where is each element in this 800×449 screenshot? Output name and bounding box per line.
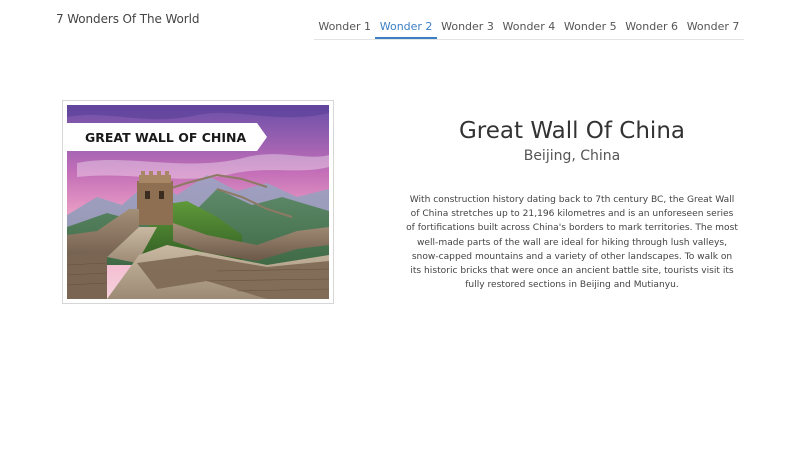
tab-wonder-6[interactable]: Wonder 6 — [621, 15, 682, 39]
tab-wonder-1[interactable]: Wonder 1 — [314, 15, 375, 39]
tab-wonder-4[interactable]: Wonder 4 — [498, 15, 559, 39]
image-banner-text: GREAT WALL OF CHINA — [85, 130, 246, 145]
wonder-location: Beijing, China — [523, 148, 621, 164]
great-wall-photo: GREAT WALL OF CHINA — [67, 105, 329, 299]
tab-wonder-3[interactable]: Wonder 3 — [437, 15, 498, 39]
tab-wonder-2[interactable]: Wonder 2 — [375, 15, 437, 39]
wonder-tabs: Wonder 1 Wonder 2 Wonder 3 Wonder 4 Wond… — [314, 15, 744, 40]
site-brand[interactable]: 7 Wonders Of The World — [56, 12, 199, 26]
wonder-photo: GREAT WALL OF CHINA — [62, 100, 334, 304]
tab-wonder-5[interactable]: Wonder 5 — [560, 15, 621, 39]
wonder-title: Great Wall Of China — [458, 118, 685, 144]
wonder-description: With construction history dating back to… — [406, 195, 738, 291]
page: 7 Wonders Of The World Wonder 1 Wonder 2… — [0, 0, 800, 449]
tab-wonder-7[interactable]: Wonder 7 — [682, 15, 743, 39]
